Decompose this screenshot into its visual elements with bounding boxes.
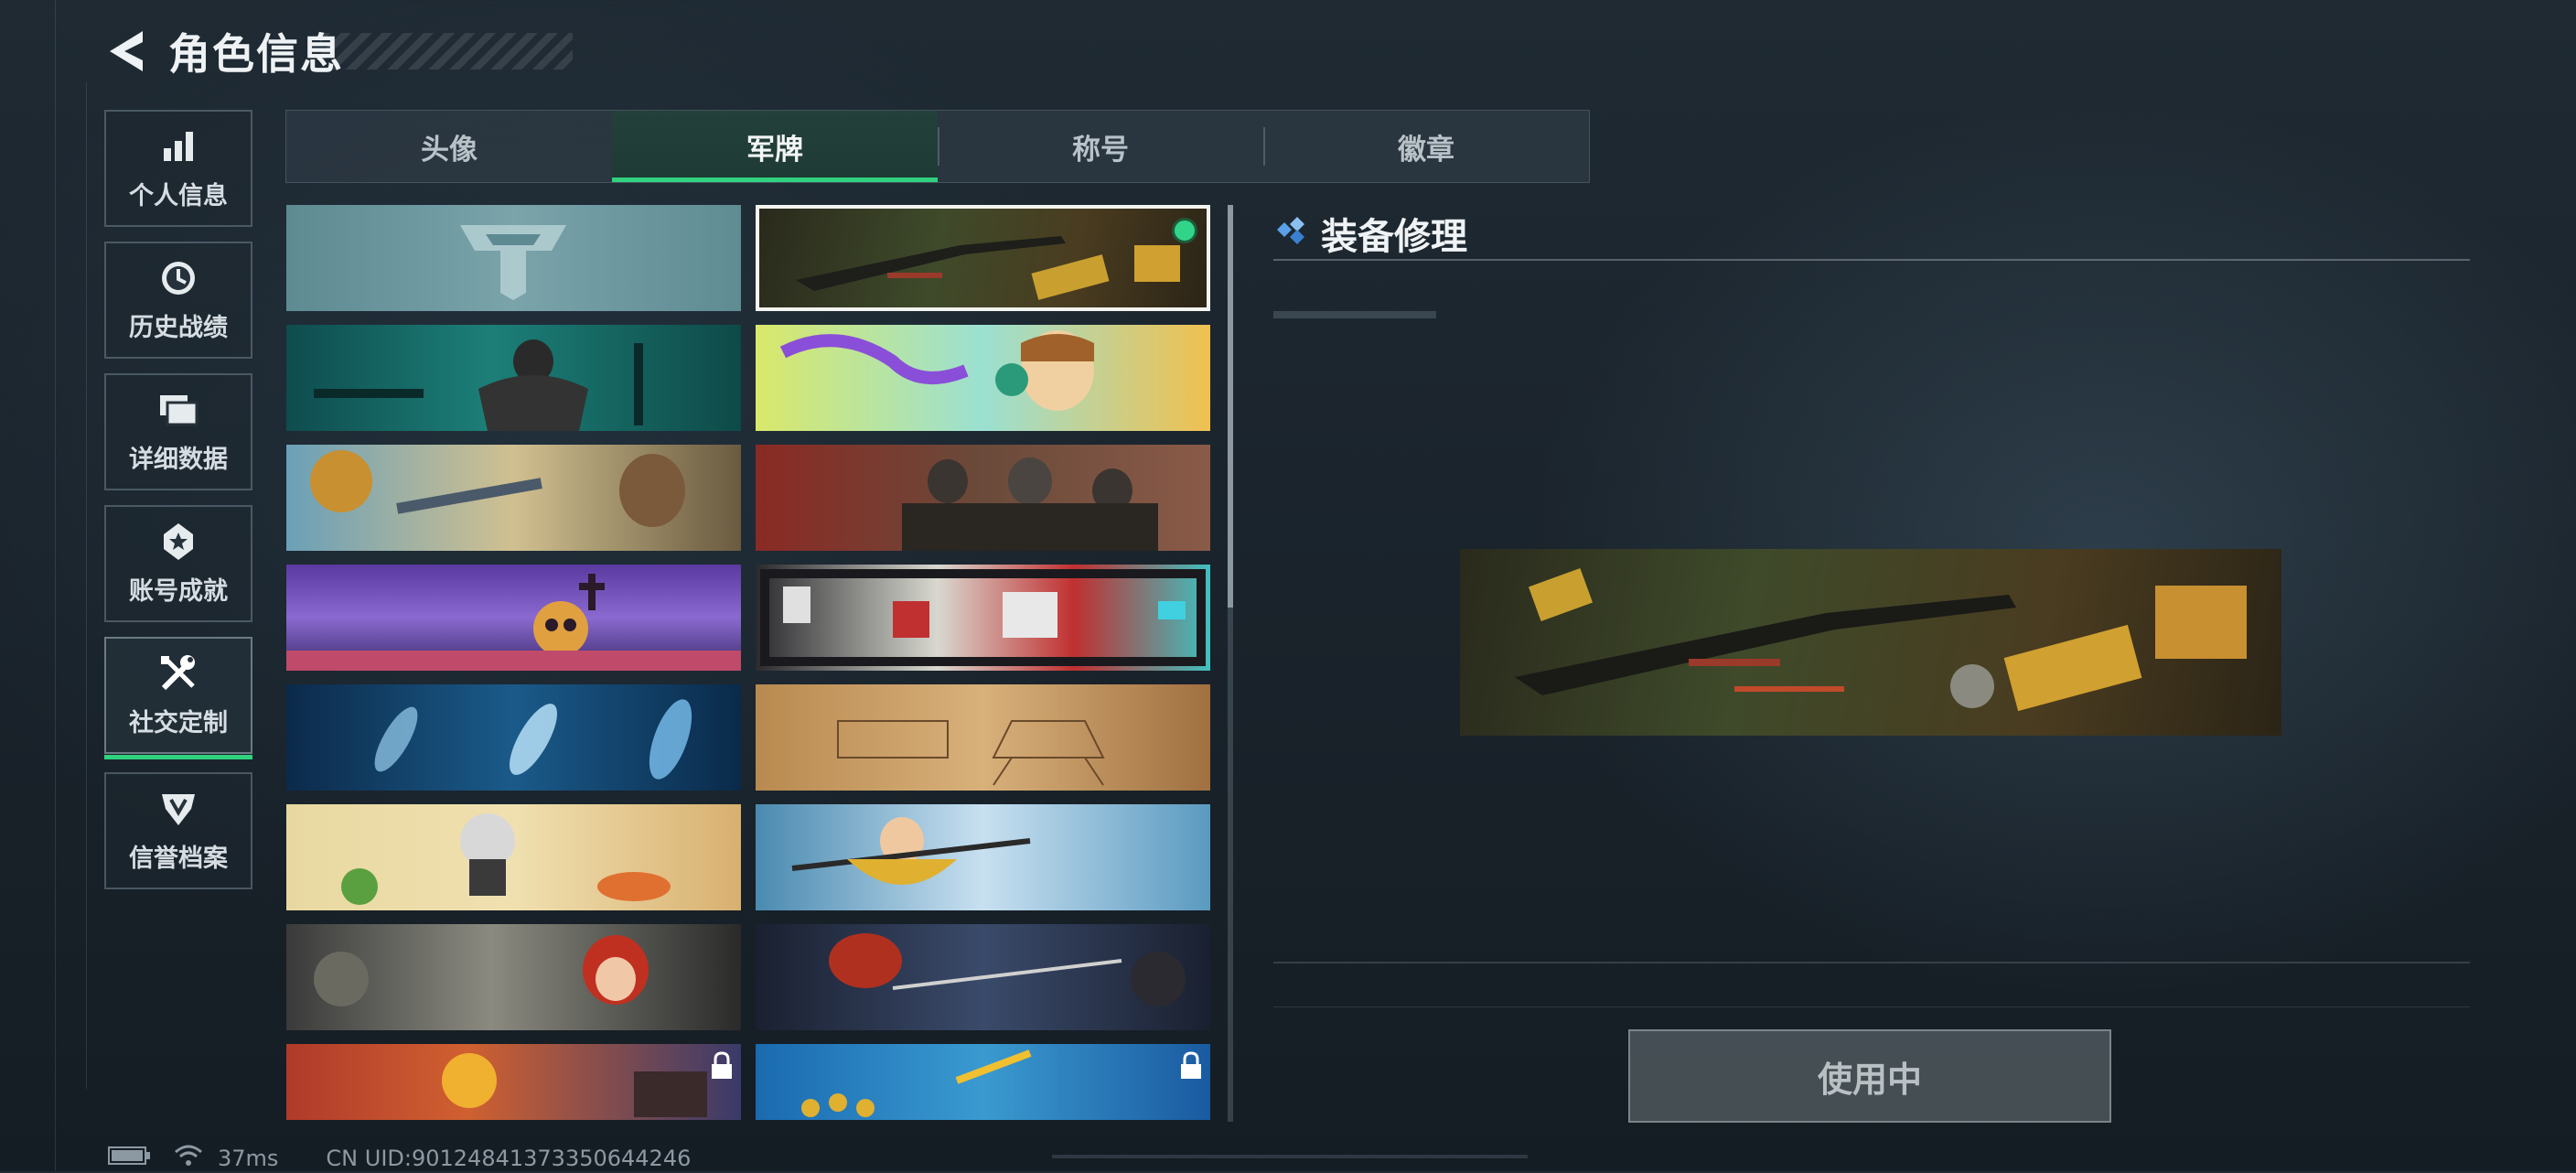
chibi-artwork	[314, 935, 649, 1006]
achievement-medal-icon	[158, 522, 199, 562]
preview-title: 装备修理	[1321, 216, 1467, 258]
banner-card-music-headphones[interactable]	[756, 325, 1210, 431]
banner-card-workshop-girl[interactable]	[286, 445, 741, 551]
banner-card-blueprint-mech[interactable]	[756, 684, 1210, 791]
selected-indicator	[1172, 218, 1197, 243]
figures-artwork	[801, 1049, 1032, 1117]
folder-icon	[158, 390, 199, 430]
ping-text: 37ms	[218, 1146, 279, 1171]
preview-heading: 装备修理	[1273, 207, 1467, 260]
pixel-artwork	[760, 569, 1206, 666]
nav-label: 个人信息	[129, 181, 228, 210]
rifle-artwork	[796, 236, 1180, 300]
banner-card-explosion-red[interactable]	[286, 1044, 741, 1120]
history-clock-icon	[158, 258, 199, 298]
status-bar: 37ms CN UID:90124841373350644246	[108, 1144, 691, 1173]
banner-card-blue-figures[interactable]	[756, 1044, 1210, 1120]
nav-item-achievements[interactable]: 账号成就	[104, 505, 252, 622]
archer-artwork	[791, 817, 1031, 885]
nav-item-profile[interactable]: 个人信息	[104, 110, 252, 227]
graveyard-artwork	[286, 574, 741, 671]
tab-bar: 头像 军牌 称号 徽章	[285, 110, 1590, 183]
lock-icon	[710, 1051, 734, 1084]
lock-icon	[1179, 1051, 1203, 1084]
banner-card-chibi-redhead[interactable]	[286, 924, 741, 1030]
nav-label: 社交定制	[129, 708, 228, 737]
nav-label: 详细数据	[129, 445, 228, 474]
kitchen-artwork	[341, 813, 671, 905]
divider	[1273, 962, 2470, 963]
nav-label: 信誉档案	[129, 844, 228, 873]
tab-dog-tag[interactable]: 军牌	[612, 111, 938, 182]
nav-label: 历史战绩	[129, 313, 228, 342]
shield-emblem-icon	[158, 789, 199, 829]
title-decoration	[320, 33, 573, 70]
xray-artwork	[374, 699, 692, 780]
tab-avatar[interactable]: 头像	[286, 111, 612, 182]
soldiers-artwork	[902, 457, 1158, 551]
nav-item-details[interactable]: 详细数据	[104, 373, 252, 490]
banner-card-equipment-repair[interactable]	[756, 205, 1210, 311]
blueprint-artwork	[837, 720, 1105, 786]
banner-card-pixel-arcade[interactable]	[756, 565, 1210, 671]
warrior-artwork	[829, 933, 1186, 1006]
wrench-screwdriver-icon	[158, 653, 199, 694]
tab-badge[interactable]: 徽章	[1263, 111, 1589, 182]
nav-item-history[interactable]: 历史战绩	[104, 242, 252, 359]
preview-description-placeholder	[1273, 311, 1436, 318]
decorative-line	[1273, 1006, 2470, 1007]
back-arrow-icon[interactable]	[102, 26, 148, 77]
scrollbar-thumb[interactable]	[1228, 205, 1233, 608]
gym-artwork	[314, 339, 643, 431]
grid-scrollbar[interactable]	[1228, 205, 1233, 1122]
page-header: 角色信息	[102, 26, 344, 79]
banner-card-gym-teal[interactable]	[286, 325, 741, 431]
banner-card-kitchen-chibi[interactable]	[286, 804, 741, 910]
wifi-icon	[174, 1144, 203, 1173]
emblem-logo-icon	[460, 225, 566, 300]
decorative-line	[55, 0, 56, 1171]
banner-card-archer-girl[interactable]	[756, 804, 1210, 910]
bar-chart-icon	[158, 126, 199, 167]
tab-title[interactable]: 称号	[938, 111, 1263, 182]
battery-icon	[108, 1146, 152, 1171]
decorative-line	[1052, 1155, 1528, 1158]
rifle-artwork	[1515, 567, 2247, 712]
banner-card-dark-warrior[interactable]	[756, 924, 1210, 1030]
diamond-icon	[1273, 217, 1314, 250]
nav-label: 账号成就	[129, 576, 228, 606]
banner-card-xray-skeletons[interactable]	[286, 684, 741, 791]
banner-card-soldiers-red[interactable]	[756, 445, 1210, 551]
nav-item-social-custom[interactable]: 社交定制	[104, 637, 252, 759]
in-use-button[interactable]: 使用中	[1628, 1029, 2111, 1123]
decorative-line	[86, 82, 87, 1089]
nav-item-reputation[interactable]: 信誉档案	[104, 772, 252, 889]
banner-preview	[1460, 549, 2281, 736]
explosion-artwork	[442, 1053, 707, 1117]
uid-text: CN UID:90124841373350644246	[326, 1146, 692, 1171]
page-title: 角色信息	[168, 29, 344, 79]
music-artwork	[779, 330, 1094, 411]
banner-grid	[286, 205, 1212, 1120]
workshop-artwork	[310, 450, 685, 527]
banner-card-default-logo[interactable]	[286, 205, 741, 311]
banner-card-graveyard-skull[interactable]	[286, 565, 741, 671]
divider	[1273, 259, 2470, 261]
